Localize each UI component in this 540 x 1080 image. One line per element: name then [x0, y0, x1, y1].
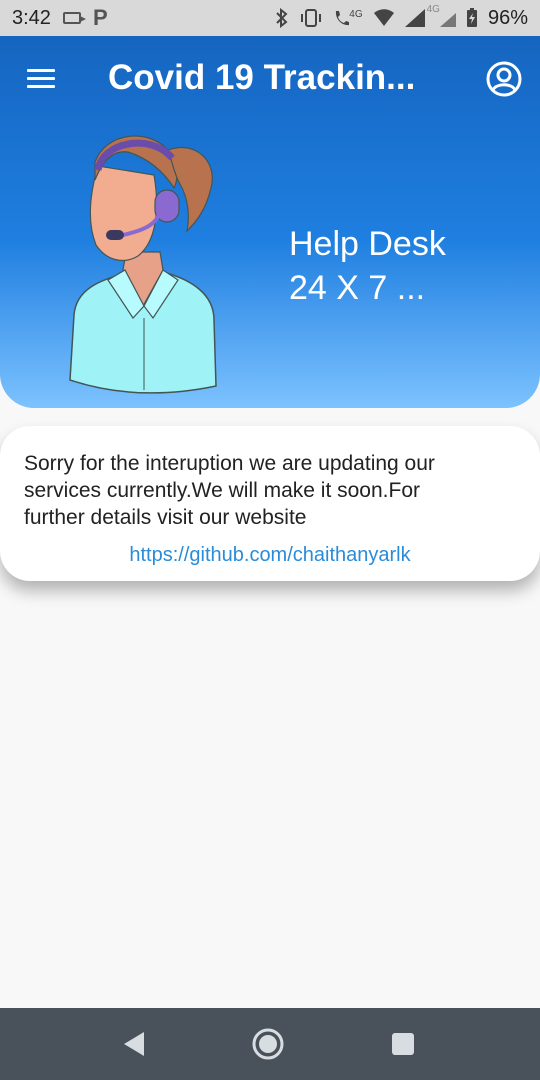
wifi-icon [373, 9, 394, 26]
menu-line [27, 69, 55, 72]
menu-line [27, 77, 55, 80]
signal-strength-icon: 4G [404, 4, 456, 27]
help-desk-text: Help Desk 24 X 7 ... [289, 222, 446, 310]
vibrate-icon [301, 9, 322, 27]
info-card: Sorry for the interuption we are updatin… [0, 426, 540, 581]
status-bar: 3:42 P 4G 4G 96% [0, 0, 540, 36]
parking-app-icon: P [92, 5, 108, 30]
menu-icon[interactable] [27, 69, 55, 89]
status-time: 3:42 [12, 6, 51, 29]
help-desk-line1: Help Desk [289, 225, 446, 263]
app-title: Covid 19 Trackin... [108, 58, 416, 97]
bluetooth-icon [276, 8, 288, 28]
recents-icon[interactable] [387, 1028, 419, 1060]
battery-percent: 96% [487, 6, 528, 29]
status-right: 4G 4G 96% [275, 4, 528, 30]
support-agent-illustration [69, 135, 217, 394]
home-icon[interactable] [252, 1028, 284, 1060]
call-4g-icon: 4G [333, 9, 363, 27]
status-left: 3:42 P [12, 5, 108, 31]
help-desk-line2: 24 X 7 ... [289, 269, 426, 307]
info-message: Sorry for the interuption we are updatin… [24, 452, 435, 529]
menu-line [27, 85, 55, 88]
back-icon[interactable] [120, 1028, 152, 1060]
battery-charging-icon [466, 8, 477, 27]
account-circle-icon[interactable] [486, 61, 522, 97]
call-network-label: 4G [349, 9, 363, 20]
system-nav-bar [0, 1008, 540, 1080]
video-camera-icon [62, 12, 86, 24]
signal-network-label: 4G [426, 4, 440, 15]
website-link[interactable]: https://github.com/chaithanyarlk [0, 544, 540, 567]
